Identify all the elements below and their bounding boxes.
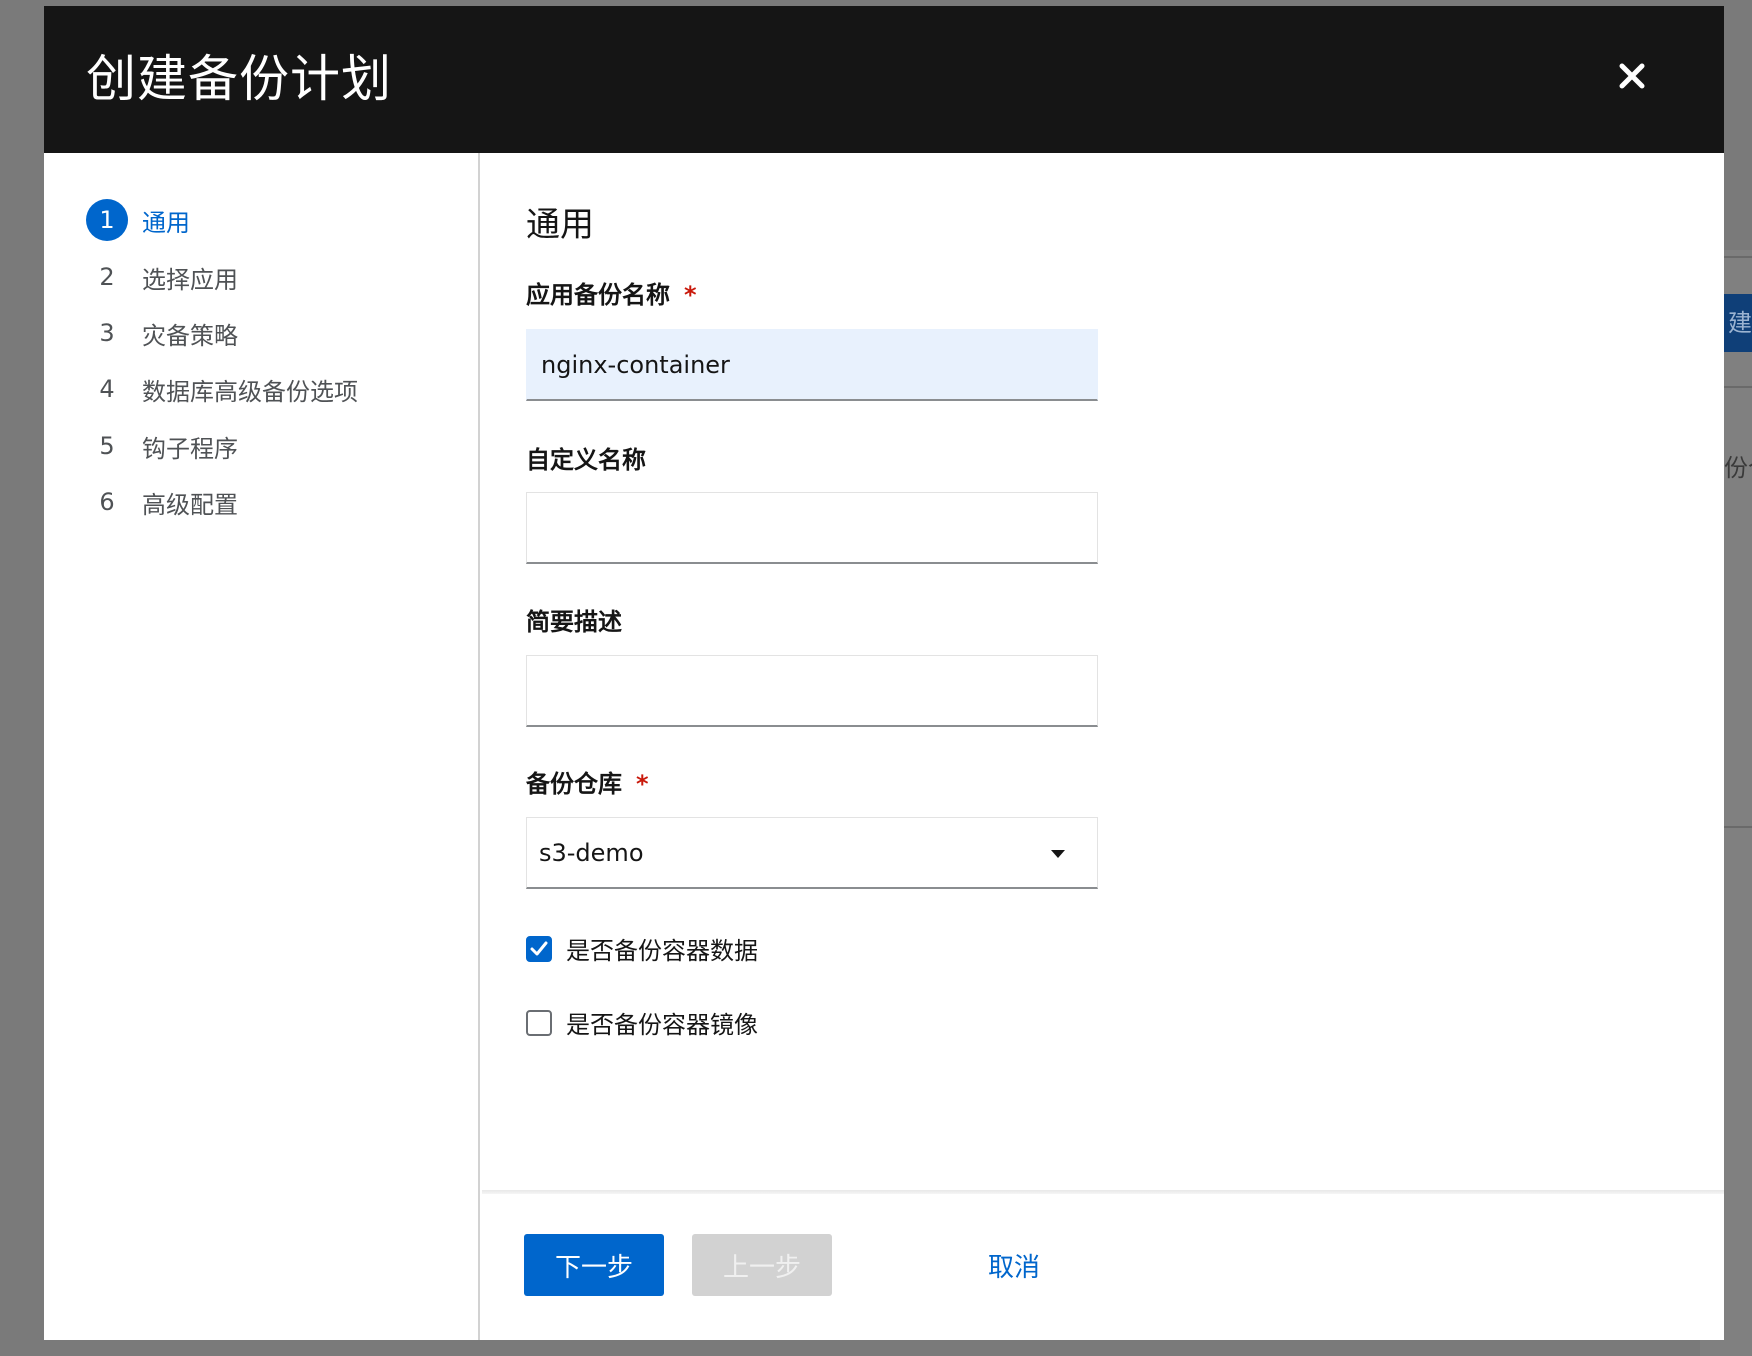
required-mark: * <box>636 770 649 798</box>
caret-down-icon <box>1051 850 1065 858</box>
custom-name-input[interactable] <box>526 492 1098 564</box>
wizard-step-db-advanced[interactable]: 4 数据库高级备份选项 <box>86 367 358 411</box>
step-label: 灾备策略 <box>142 321 238 350</box>
repository-selected-value: s3-demo <box>539 838 644 867</box>
backup-name-input[interactable] <box>526 329 1098 401</box>
wizard-step-dr-policy[interactable]: 3 灾备策略 <box>86 311 238 355</box>
background-text: 份仓 <box>1724 454 1752 482</box>
back-button[interactable]: 上一步 <box>692 1234 832 1296</box>
step-number: 1 <box>86 199 128 241</box>
backup-container-image-checkbox[interactable] <box>526 1009 552 1036</box>
create-backup-plan-modal: 创建备份计划 1 通用 2 选择应用 3 灾备策略 4 数据库高级备份选项 5 … <box>44 6 1724 1340</box>
background-divider <box>1724 256 1752 258</box>
background-divider <box>1724 386 1752 388</box>
section-title: 通用 <box>526 205 594 245</box>
repository-label: 备份仓库 * <box>526 767 649 801</box>
wizard-step-general[interactable]: 1 通用 <box>86 198 190 242</box>
modal-header: 创建备份计划 <box>44 6 1724 153</box>
backup-name-label-text: 应用备份名称 <box>526 281 670 309</box>
wizard-step-select-app[interactable]: 2 选择应用 <box>86 255 238 299</box>
required-mark: * <box>684 281 697 309</box>
step-number: 4 <box>99 375 115 403</box>
step-label: 选择应用 <box>142 265 238 294</box>
wizard-step-advanced-config[interactable]: 6 高级配置 <box>86 480 238 524</box>
step-label: 高级配置 <box>142 490 238 519</box>
repository-label-text: 备份仓库 <box>526 770 622 798</box>
background-divider <box>1724 826 1752 828</box>
description-label: 简要描述 <box>526 608 622 636</box>
checkmark-icon <box>530 941 548 955</box>
next-button[interactable]: 下一步 <box>524 1234 664 1296</box>
step-number: 2 <box>99 263 115 291</box>
step-label: 通用 <box>142 208 190 237</box>
repository-select[interactable]: s3-demo <box>526 817 1098 889</box>
modal-title: 创建备份计划 <box>86 50 392 108</box>
backup-name-label: 应用备份名称 * <box>526 278 697 312</box>
wizard-step-hooks[interactable]: 5 钩子程序 <box>86 424 238 468</box>
cancel-button[interactable]: 取消 <box>944 1234 1084 1296</box>
backup-container-data-checkbox[interactable] <box>526 935 552 962</box>
backup-container-image-label: 是否备份容器镜像 <box>566 1011 758 1039</box>
backup-container-data-option[interactable]: 是否备份容器数据 <box>526 931 758 966</box>
backup-container-image-option[interactable]: 是否备份容器镜像 <box>526 1005 758 1040</box>
description-input[interactable] <box>526 655 1098 727</box>
close-button[interactable] <box>1610 54 1654 98</box>
step-number: 3 <box>99 319 115 347</box>
step-label: 数据库高级备份选项 <box>142 377 358 406</box>
step-number: 6 <box>99 488 115 516</box>
footer-divider <box>482 1190 1724 1194</box>
step-label: 钩子程序 <box>142 434 238 463</box>
step-number: 5 <box>99 432 115 460</box>
custom-name-label: 自定义名称 <box>526 446 646 474</box>
backup-container-data-label: 是否备份容器数据 <box>566 937 758 965</box>
close-icon <box>1619 63 1645 89</box>
background-create-button: 建 <box>1724 294 1752 352</box>
wizard-nav: 1 通用 2 选择应用 3 灾备策略 4 数据库高级备份选项 5 钩子程序 6 … <box>44 153 480 1340</box>
